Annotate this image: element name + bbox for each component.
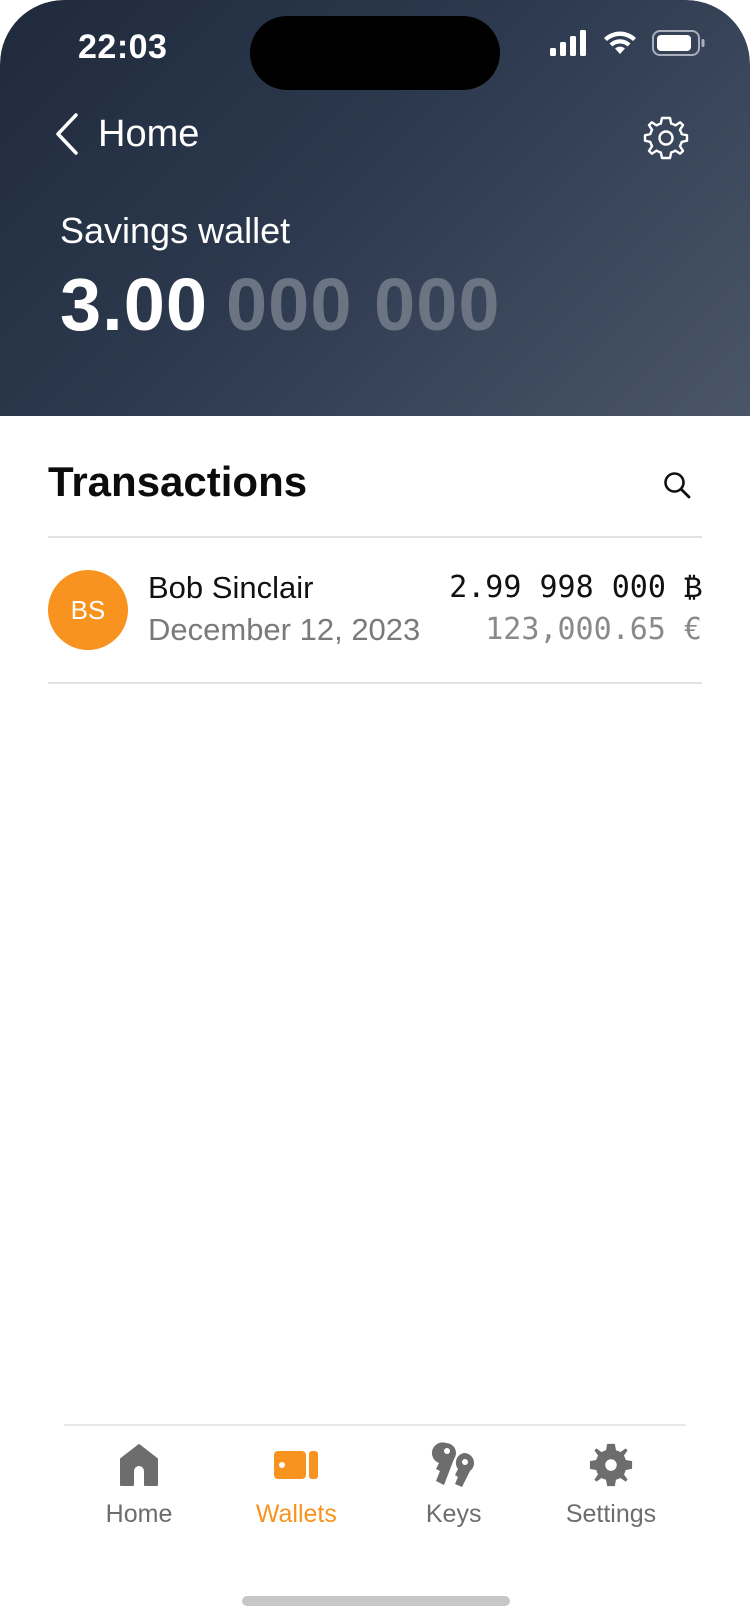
tab-settings[interactable]: Settings — [536, 1440, 686, 1550]
home-indicator[interactable] — [242, 1596, 510, 1606]
battery-icon — [652, 30, 705, 56]
tab-bar: Home Wallets Keys Settings — [64, 1440, 686, 1550]
transactions-title: Transactions — [48, 458, 308, 505]
transaction-amount-eur: 123,000.65 € — [485, 612, 702, 647]
transactions-divider-bottom — [48, 682, 702, 684]
tab-home[interactable]: Home — [64, 1440, 214, 1550]
dynamic-island — [250, 16, 500, 90]
balance-dim-digits: 000 000 — [226, 263, 501, 346]
avatar: BS — [48, 570, 128, 650]
search-icon — [664, 472, 691, 499]
tab-home-label: Home — [105, 1500, 173, 1528]
gear-outline-icon — [643, 116, 689, 160]
transaction-amount-btc: 2.99 998 000 ₿ — [449, 570, 702, 605]
back-button[interactable]: Home — [54, 112, 199, 156]
wallet-balance: 3.00 000 000 — [60, 262, 501, 347]
wallet-settings-button[interactable] — [642, 114, 690, 162]
tab-wallets[interactable]: Wallets — [221, 1440, 371, 1550]
tab-wallets-label: Wallets — [255, 1500, 337, 1528]
gear-icon — [586, 1440, 636, 1490]
keys-icon — [429, 1440, 479, 1490]
tabbar-divider — [64, 1424, 686, 1426]
tab-keys[interactable]: Keys — [379, 1440, 529, 1550]
wifi-icon — [604, 31, 636, 54]
transaction-date: December 12, 2023 — [148, 612, 421, 647]
status-time: 22:03 — [78, 28, 168, 66]
savings-wallet-screen: 22:03 Home Savings wallet 3.00 000 000 T… — [0, 0, 750, 1624]
wallet-name: Savings wallet — [60, 210, 291, 251]
chevron-left-icon — [56, 113, 78, 155]
wallet-icon — [271, 1440, 321, 1490]
table-row[interactable]: BS Bob Sinclair December 12, 2023 2.99 9… — [48, 538, 702, 682]
back-label: Home — [98, 112, 200, 155]
wallet-header: 22:03 Home Savings wallet 3.00 000 000 — [0, 0, 750, 416]
transaction-name: Bob Sinclair — [148, 570, 314, 605]
status-icons — [550, 30, 706, 56]
balance-main: 3.00 — [60, 263, 209, 346]
cellular-signal-icon — [550, 30, 586, 56]
home-icon — [114, 1440, 164, 1490]
tab-keys-label: Keys — [425, 1500, 482, 1528]
search-button[interactable] — [662, 470, 692, 500]
tab-settings-label: Settings — [565, 1500, 657, 1528]
